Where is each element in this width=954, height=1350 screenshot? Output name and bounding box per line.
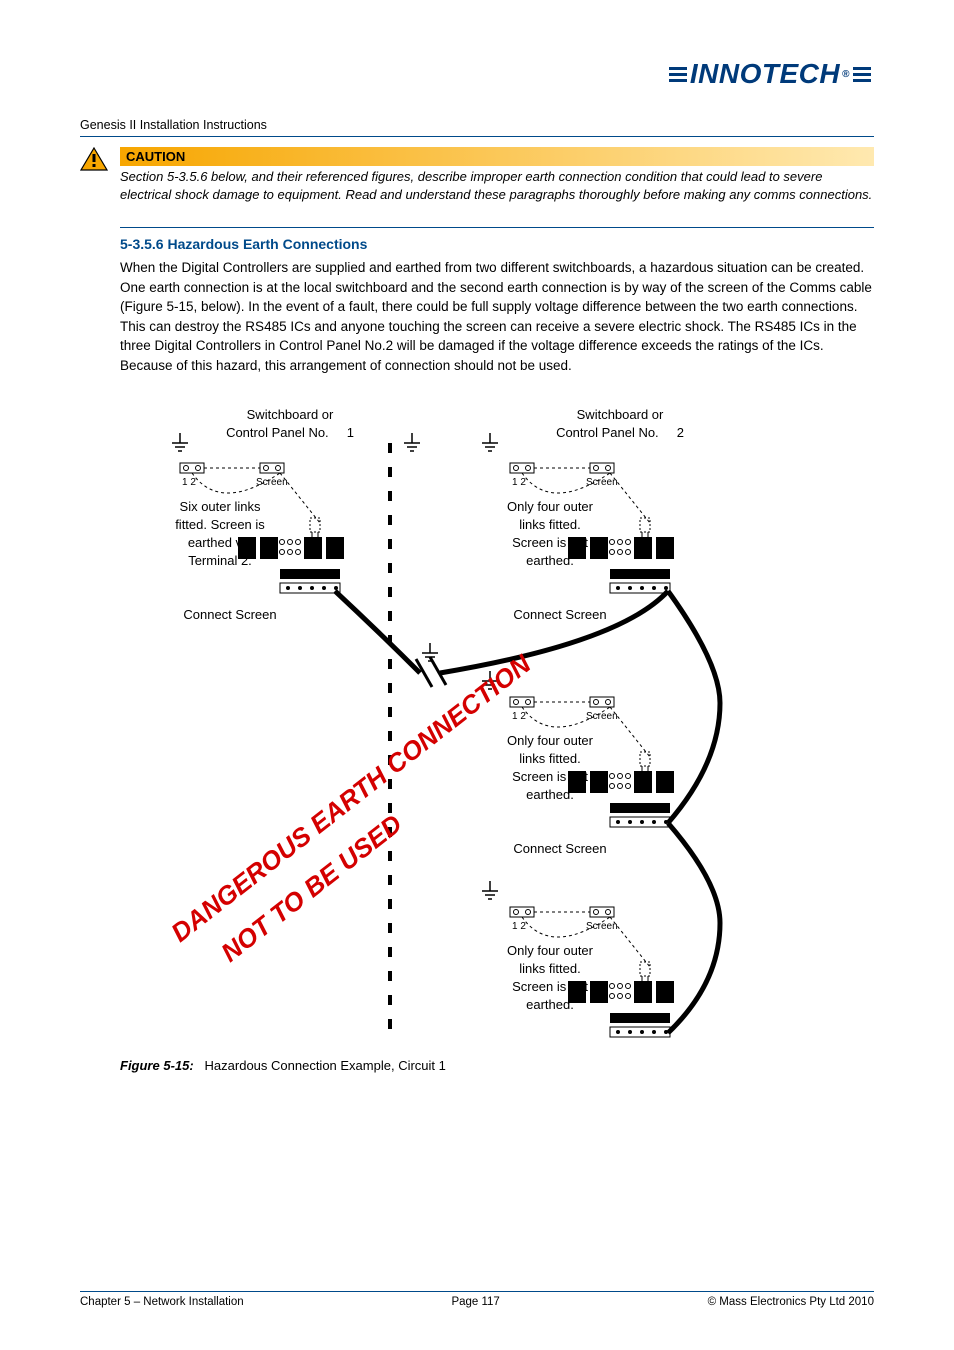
page-footer: Chapter 5 – Network Installation Page 11… xyxy=(80,1291,874,1308)
section-heading: 5-3.5.6 Hazardous Earth Connections xyxy=(120,236,874,252)
warning-icon xyxy=(80,147,108,171)
svg-text:Screen is not: Screen is not xyxy=(512,769,588,784)
svg-text:links fitted.: links fitted. xyxy=(519,751,580,766)
svg-text:Connect Screen: Connect Screen xyxy=(183,607,276,622)
svg-text:Only four outer: Only four outer xyxy=(507,733,594,748)
footer-center: Page 117 xyxy=(451,1296,499,1308)
caution-label: CAUTION xyxy=(120,147,874,166)
svg-text:Screen is not: Screen is not xyxy=(512,979,588,994)
svg-text:Control Panel No.1: Control Panel No.1 xyxy=(226,425,354,440)
svg-text:links fitted.: links fitted. xyxy=(519,961,580,976)
svg-text:earthed.: earthed. xyxy=(526,997,574,1012)
panel2-line1: Switchboard or xyxy=(577,407,664,422)
figure-label: Figure 5-15: xyxy=(120,1058,194,1073)
doc-title: Genesis II Installation Instructions xyxy=(80,118,874,132)
section-body: When the Digital Controllers are supplie… xyxy=(120,258,874,375)
logo-bars-right xyxy=(853,64,871,85)
warning-dangerous: DANGEROUS EARTH CONNECTION xyxy=(165,648,537,948)
hazardous-connection-diagram: 1 2 Screen Switchboard or Control Panel … xyxy=(120,403,840,1043)
logo-bars-left xyxy=(669,64,687,85)
figure-caption: Figure 5-15: Hazardous Connection Exampl… xyxy=(120,1058,874,1073)
svg-text:Screen is not: Screen is not xyxy=(512,535,588,550)
brand-text: INNOTECH xyxy=(690,58,840,90)
svg-text:earthed via: earthed via xyxy=(188,535,253,550)
caution-block: CAUTION Section 5-3.5.6 below, and their… xyxy=(80,147,874,203)
svg-text:Six outer links: Six outer links xyxy=(180,499,261,514)
panel1-line1: Switchboard or xyxy=(247,407,334,422)
svg-text:fitted. Screen is: fitted. Screen is xyxy=(175,517,265,532)
svg-text:links fitted.: links fitted. xyxy=(519,517,580,532)
footer-right: © Mass Electronics Pty Ltd 2010 xyxy=(708,1296,874,1308)
svg-text:earthed.: earthed. xyxy=(526,787,574,802)
svg-text:Connect Screen: Connect Screen xyxy=(513,607,606,622)
svg-text:Connect Screen: Connect Screen xyxy=(513,841,606,856)
svg-text:Only four outer: Only four outer xyxy=(507,943,594,958)
svg-text:Only four outer: Only four outer xyxy=(507,499,594,514)
svg-text:earthed.: earthed. xyxy=(526,553,574,568)
svg-text:Control Panel No.2: Control Panel No.2 xyxy=(556,425,684,440)
svg-text:Terminal 2.: Terminal 2. xyxy=(188,553,252,568)
registered-mark: ® xyxy=(842,69,850,80)
brand-logo: INNOTECH® xyxy=(666,58,874,90)
footer-left: Chapter 5 – Network Installation xyxy=(80,1296,244,1308)
section-rule xyxy=(120,227,874,228)
caution-text: Section 5-3.5.6 below, and their referen… xyxy=(120,166,874,203)
header-rule xyxy=(80,136,874,137)
figure-text: Hazardous Connection Example, Circuit 1 xyxy=(205,1058,446,1073)
figure-5-15: 1 2 Screen Switchboard or Control Panel … xyxy=(120,403,840,1048)
